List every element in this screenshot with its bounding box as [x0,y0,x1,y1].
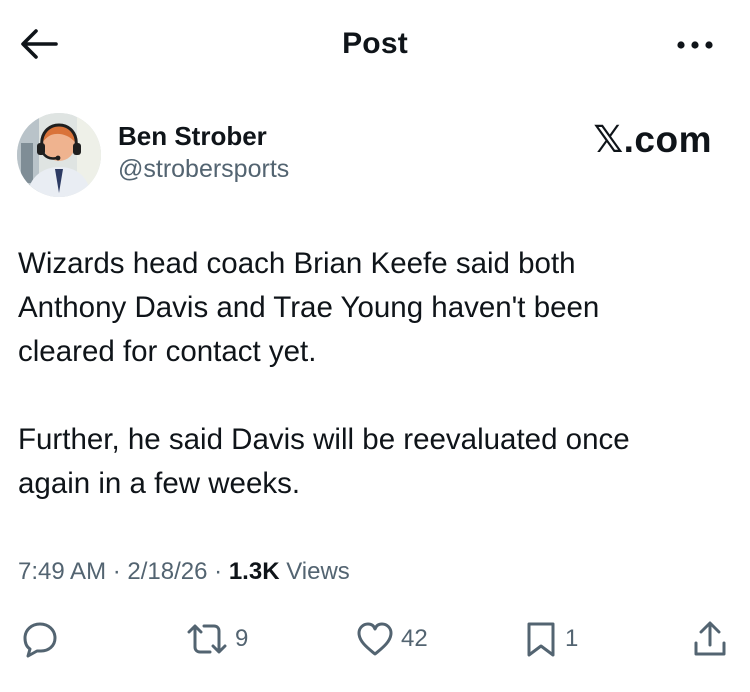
repost-icon [187,624,227,654]
reply-bubble-icon [23,622,57,658]
reply-button[interactable] [20,614,60,664]
views-count: 1.3K [228,558,280,585]
meta-separator: · [112,558,121,585]
bookmark-button[interactable]: 1 [523,614,578,664]
tweet-line: Wizards head coach Brian Keefe said both [18,247,576,280]
page-title: Post [342,27,408,60]
more-options-button[interactable] [672,30,718,60]
author-name[interactable]: Ben Strober [118,121,267,152]
like-button[interactable]: 42 [355,614,428,664]
tweet-line: cleared for contact yet. [18,335,317,368]
author-handle[interactable]: @strobersports [118,155,289,184]
share-icon [694,621,726,656]
avatar-image [17,113,101,197]
brand-watermark: 𝕏.com [593,118,712,161]
avatar[interactable] [17,113,101,197]
tweet-text: Wizards head coach Brian Keefe said both… [18,242,718,506]
action-bar: 9 42 1 [0,614,750,664]
tweet-meta: 7:49 AM · 2/18/26 · 1.3K Views [18,558,350,586]
repost-count: 9 [235,625,249,652]
tweet-line: again in a few weeks. [18,467,301,500]
repost-button[interactable]: 9 [185,614,248,664]
share-button[interactable] [690,614,730,664]
bookmark-icon [527,622,555,657]
heart-icon [357,622,393,656]
tweet-line: Further, he said Davis will be reevaluat… [18,423,630,456]
x-logo-icon: 𝕏 [593,118,624,161]
brand-domain: .com [623,119,712,160]
views-label: Views [286,558,350,585]
post-date[interactable]: 2/18/26 [127,558,207,585]
meta-separator: · [214,558,223,585]
tweet-line: Anthony Davis and Trae Young haven't bee… [18,291,600,324]
bookmark-count: 1 [565,625,579,652]
more-dots-icon [677,41,713,49]
top-bar: Post [0,0,750,90]
post-time[interactable]: 7:49 AM [18,558,106,585]
like-count: 42 [401,625,428,652]
